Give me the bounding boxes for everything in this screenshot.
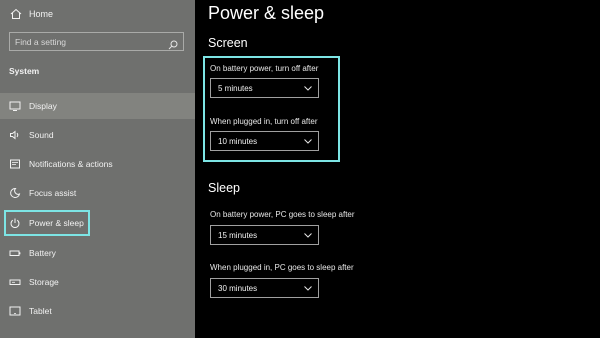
- dropdown-value: 10 minutes: [218, 136, 258, 146]
- chevron-down-icon: [304, 285, 312, 291]
- page-title: Power & sleep: [208, 3, 325, 23]
- notification-icon: [9, 158, 21, 170]
- search-icon[interactable]: [168, 37, 178, 49]
- tablet-icon: [9, 305, 21, 317]
- home-label: Home: [29, 9, 54, 19]
- chevron-down-icon: [304, 85, 312, 91]
- screen-battery-label: On battery power, turn off after: [210, 64, 319, 73]
- sidebar-item-label: Display: [29, 101, 57, 111]
- sidebar-item-notifications[interactable]: Notifications & actions: [0, 151, 195, 177]
- screen-plugged-dropdown[interactable]: 10 minutes: [210, 131, 319, 151]
- sleep-plugged-label: When plugged in, PC goes to sleep after: [210, 263, 354, 272]
- sidebar-item-display[interactable]: Display: [0, 93, 195, 119]
- sidebar-item-storage[interactable]: Storage: [0, 269, 195, 295]
- sidebar: Home System Display Sound Notifications …: [0, 0, 195, 338]
- screen-plugged-label: When plugged in, turn off after: [210, 117, 318, 126]
- sidebar-item-label: Battery: [29, 248, 56, 258]
- sidebar-item-battery[interactable]: Battery: [0, 240, 195, 266]
- sidebar-item-sound[interactable]: Sound: [0, 122, 195, 148]
- chevron-down-icon: [304, 232, 312, 238]
- moon-icon: [9, 187, 21, 199]
- storage-icon: [9, 276, 21, 288]
- sidebar-item-label: Notifications & actions: [29, 159, 113, 169]
- sleep-battery-dropdown[interactable]: 15 minutes: [210, 225, 319, 245]
- battery-icon: [9, 247, 21, 259]
- dropdown-value: 30 minutes: [218, 283, 258, 293]
- search-input[interactable]: [15, 36, 168, 47]
- screen-battery-dropdown[interactable]: 5 minutes: [210, 78, 319, 98]
- search-box[interactable]: [9, 32, 184, 51]
- section-title: System: [9, 66, 40, 76]
- screen-section-title: Screen: [208, 36, 248, 50]
- chevron-down-icon: [304, 138, 312, 144]
- home-icon: [9, 7, 23, 21]
- highlight-box: [4, 210, 90, 236]
- sidebar-item-label: Focus assist: [29, 188, 77, 198]
- dropdown-value: 5 minutes: [218, 83, 253, 93]
- sidebar-item-focus-assist[interactable]: Focus assist: [0, 180, 195, 206]
- sidebar-item-tablet[interactable]: Tablet: [0, 298, 195, 324]
- speaker-icon: [9, 129, 21, 141]
- sleep-section-title: Sleep: [208, 181, 240, 195]
- display-icon: [9, 100, 21, 112]
- dropdown-value: 15 minutes: [218, 230, 258, 240]
- sleep-battery-label: On battery power, PC goes to sleep after: [210, 210, 355, 219]
- sidebar-item-label: Sound: [29, 130, 54, 140]
- sidebar-item-power-sleep[interactable]: Power & sleep: [0, 210, 195, 236]
- sidebar-item-label: Tablet: [29, 306, 52, 316]
- home-link[interactable]: Home: [9, 6, 189, 22]
- sidebar-item-label: Storage: [29, 277, 59, 287]
- sleep-plugged-dropdown[interactable]: 30 minutes: [210, 278, 319, 298]
